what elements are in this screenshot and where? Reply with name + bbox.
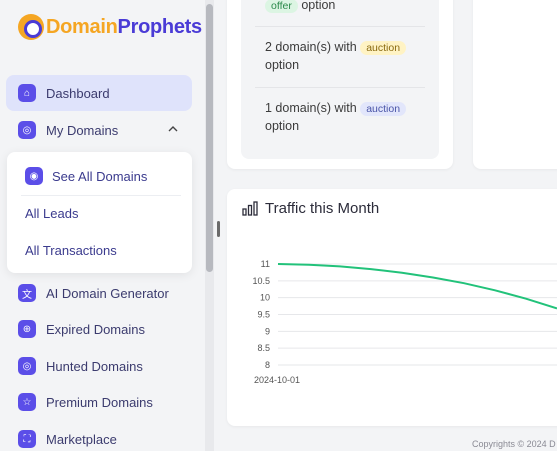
submenu-item-label: All Transactions bbox=[25, 242, 117, 258]
submenu-item-all-leads[interactable]: All Leads bbox=[7, 195, 192, 231]
sidebar-item-label: Hunted Domains bbox=[46, 358, 143, 374]
sidebar-item-label: Expired Domains bbox=[46, 321, 145, 337]
my-domains-submenu: ◉ See All Domains All Leads All Transact… bbox=[7, 152, 192, 273]
y-tick-label: 8 bbox=[265, 360, 270, 370]
brand-name: DomainProphets bbox=[46, 15, 202, 38]
summary-list bbox=[241, 0, 439, 159]
summary-row-text: option bbox=[265, 119, 300, 133]
target-icon: ◉ bbox=[25, 167, 43, 185]
y-tick-label: 9.5 bbox=[257, 310, 270, 320]
traffic-series-line bbox=[277, 263, 557, 310]
submenu-item-see-all-domains[interactable]: ◉ See All Domains bbox=[7, 158, 192, 194]
bar-chart-icon bbox=[242, 201, 258, 216]
y-tick-label: 10.5 bbox=[252, 276, 270, 286]
sidebar-scrollbar-thumb[interactable] bbox=[206, 4, 213, 272]
sidebar-item-label: Dashboard bbox=[46, 85, 110, 101]
scan-icon: ⛶ bbox=[18, 430, 36, 448]
submenu-item-all-transactions[interactable]: All Transactions bbox=[7, 232, 192, 268]
logo-eye-icon bbox=[18, 14, 44, 40]
sidebar-item-hunted-domains[interactable]: ◎ Hunted Domains bbox=[6, 348, 192, 384]
summary-row-text: 2 domain(s) with bbox=[265, 40, 357, 54]
summary-row-text: option bbox=[301, 0, 336, 12]
divider bbox=[255, 26, 425, 27]
target-icon: ◎ bbox=[18, 357, 36, 375]
auction-badge: auction bbox=[360, 41, 407, 55]
summary-row-auction: 2 domain(s) with auction option bbox=[265, 38, 407, 74]
sidebar-resize-handle[interactable] bbox=[217, 221, 220, 237]
y-tick-label: 11 bbox=[261, 259, 270, 269]
sidebar-item-label: AI Domain Generator bbox=[46, 285, 169, 301]
submenu-item-label: See All Domains bbox=[52, 168, 148, 184]
traffic-title: Traffic this Month bbox=[265, 200, 380, 217]
offer-badge: offer bbox=[265, 0, 298, 13]
sidebar-item-ai-domain-generator[interactable]: 文 AI Domain Generator bbox=[6, 275, 192, 311]
sidebar-item-expired-domains[interactable]: ⊕ Expired Domains bbox=[6, 311, 192, 347]
summary-row-auction-2: 1 domain(s) with auction option bbox=[265, 99, 407, 135]
sidebar-item-marketplace[interactable]: ⛶ Marketplace bbox=[6, 421, 192, 451]
summary-row-text: option bbox=[265, 58, 300, 72]
translate-icon: 文 bbox=[18, 284, 36, 302]
star-icon: ☆ bbox=[18, 393, 36, 411]
globe-icon: ⊕ bbox=[18, 320, 36, 338]
summary-row-offer: offer option bbox=[265, 0, 335, 14]
divider bbox=[255, 87, 425, 88]
brand-logo[interactable]: DomainProphets bbox=[18, 14, 202, 40]
sidebar-item-label: My Domains bbox=[46, 122, 119, 138]
chevron-up-icon[interactable] bbox=[166, 122, 180, 136]
y-tick-label: 9 bbox=[265, 326, 270, 336]
y-tick-label: 8.5 bbox=[257, 343, 270, 353]
auction-badge: auction bbox=[360, 102, 407, 116]
sidebar-item-dashboard[interactable]: ⌂ Dashboard bbox=[6, 75, 192, 111]
footer-copyright: Copyrights © 2024 D bbox=[472, 439, 556, 449]
summary-row-text: 1 domain(s) with bbox=[265, 101, 357, 115]
submenu-item-label: All Leads bbox=[25, 205, 79, 221]
sidebar-item-label: Marketplace bbox=[46, 431, 117, 447]
sidebar-item-premium-domains[interactable]: ☆ Premium Domains bbox=[6, 384, 192, 420]
globe-icon: ◎ bbox=[18, 121, 36, 139]
x-tick-label: 2024-10-01 bbox=[254, 375, 300, 385]
sidebar: DomainProphets ⌂ Dashboard ◎ My Domains … bbox=[0, 0, 205, 451]
traffic-line-chart: 11 10.5 10 9.5 9 8.5 8 2024-10-01 bbox=[252, 259, 557, 385]
home-icon: ⌂ bbox=[18, 84, 36, 102]
sidebar-item-label: Premium Domains bbox=[46, 394, 153, 410]
y-tick-label: 10 bbox=[260, 293, 270, 303]
sidebar-item-my-domains[interactable]: ◎ My Domains bbox=[6, 112, 192, 148]
side-card bbox=[473, 0, 557, 169]
